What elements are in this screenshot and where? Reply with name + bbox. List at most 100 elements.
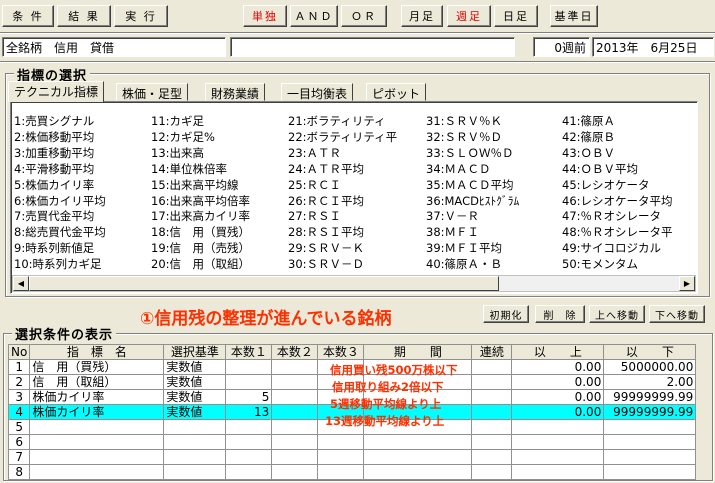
indicator-item[interactable]: 18:信 用（買残） [151, 225, 285, 240]
period-week-button[interactable]: 週足 [447, 5, 491, 27]
indicator-item[interactable]: 29:ＳＲＶ－Ｋ [288, 241, 422, 256]
base-date-button[interactable]: 基準日 [550, 5, 598, 27]
period-day-button[interactable]: 日足 [494, 5, 538, 27]
indicator-item[interactable]: 28:ＲＳＩ平均 [288, 225, 422, 240]
condition-cell-no: 3 [7, 389, 31, 405]
indicator-item[interactable]: 41:篠原Ａ [562, 114, 696, 129]
indicator-item[interactable]: 39:ＭＦＩ平均 [426, 241, 560, 256]
condition-row[interactable]: 8 [7, 464, 697, 480]
condition-row[interactable]: 4 株価カイリ率 実数値 13 0.00 99999999.99 [7, 404, 697, 420]
indicator-item[interactable]: 3:加重移動平均 [14, 146, 148, 161]
condition-cell-no: 1 [7, 359, 31, 375]
indicator-scrollbar[interactable]: ◀ ▶ [12, 275, 696, 292]
indicator-item[interactable]: 17:出来高カイリ率 [151, 209, 285, 224]
condition-cell-no: 5 [7, 419, 31, 435]
mode-single-button[interactable]: 単独 [243, 5, 287, 27]
move-down-button[interactable]: 下へ移動 [649, 305, 705, 323]
indicator-item[interactable]: 14:単位株倍率 [151, 162, 285, 177]
indicator-item[interactable]: 9:時系列新値足 [14, 241, 148, 256]
condition-row[interactable]: 7 [7, 449, 697, 465]
indicator-item[interactable]: 4:平滑移動平均 [14, 162, 148, 177]
tab-financials[interactable]: 財務業績 [205, 83, 266, 101]
indicator-item[interactable]: 22:ボラティリティ平 [288, 130, 422, 145]
indicator-item[interactable]: 48:％Ｒオシレータ平 [562, 225, 696, 240]
indicator-item[interactable]: 49:サイコロジカル [562, 241, 696, 256]
indicator-item[interactable]: 36:MACDﾋｽﾄｸﾞﾗﾑ [426, 194, 560, 209]
delete-button[interactable]: 削 除 [535, 305, 585, 323]
indicator-item[interactable]: 34:ＭＡＣＤ [426, 162, 560, 177]
indicator-item[interactable]: 31:ＳＲＶ％Ｋ [426, 114, 560, 129]
tab-technical[interactable]: テクニカル指標 [8, 81, 105, 102]
indicator-item[interactable]: 27:ＲＳＩ [288, 209, 422, 224]
condition-cell-cont [471, 374, 513, 390]
condition-cell-no: 6 [7, 434, 31, 450]
indicator-item[interactable]: 43:ＯＢＶ [562, 146, 696, 161]
indicator-item[interactable]: 44:ＯＢＶ平均 [562, 162, 696, 177]
indicator-item[interactable]: 19:信 用（売残） [151, 241, 285, 256]
condition-cell-min [511, 464, 605, 480]
indicator-item[interactable]: 32:ＳＲＶ％Ｄ [426, 130, 560, 145]
move-up-button[interactable]: 上へ移動 [589, 305, 645, 323]
indicator-item[interactable]: 15:出来高平均線 [151, 178, 285, 193]
result-button[interactable]: 結 果 [57, 5, 111, 27]
indicator-item[interactable]: 24:ＡＴＲ平均 [288, 162, 422, 177]
indicator-item[interactable]: 11:カギ足 [151, 114, 285, 129]
condition-cell-basis [163, 449, 227, 465]
condition-cell-n2 [271, 389, 319, 405]
tab-price-candles[interactable]: 株価・足型 [116, 83, 189, 101]
condition-row[interactable]: 2信 用（取組） 実数値 0.00 2.00 [7, 374, 697, 390]
condition-row[interactable]: 1信 用（買残） 実数値 0.00 5000000.00 [7, 359, 697, 375]
indicator-item[interactable]: 8:総売買代金平均 [14, 225, 148, 240]
indicator-item[interactable]: 12:カギ足% [151, 130, 285, 145]
period-month-button[interactable]: 月足 [401, 5, 443, 27]
indicator-item[interactable]: 35:ＭＡＣＤ平均 [426, 178, 560, 193]
indicator-item[interactable]: 33:ＳＬＯＷ％Ｄ [426, 146, 560, 161]
condition-cell-cont [471, 434, 513, 450]
indicator-item[interactable]: 2:株価移動平均 [14, 130, 148, 145]
indicator-item[interactable]: 42:篠原Ｂ [562, 130, 696, 145]
condition-row[interactable]: 5 [7, 419, 697, 435]
condition-row[interactable]: 3 株価カイリ率 実数値 5 0.00 99999999.99 [7, 389, 697, 405]
indicator-item[interactable]: 20:信 用（取組） [151, 257, 285, 272]
indicator-item[interactable]: 7:売買代金平均 [14, 209, 148, 224]
header-max: 以 下 [603, 344, 697, 360]
indicator-item[interactable]: 13:出来高 [151, 146, 285, 161]
condition-cell-n3 [317, 449, 365, 465]
indicator-item[interactable]: 37:Ｖ－Ｒ [426, 209, 560, 224]
indicator-item[interactable]: 26:ＲＣＩ平均 [288, 194, 422, 209]
condition-cell-min: 0.00 [511, 374, 605, 390]
condition-button[interactable]: 条 件 [2, 5, 54, 27]
triangle-left-icon[interactable]: ◀ [13, 276, 29, 291]
mode-and-button[interactable]: ＡＮＤ [290, 5, 338, 27]
tab-ichimoku[interactable]: 一目均衡表 [281, 83, 354, 101]
tab-pivot[interactable]: ピボット [366, 83, 427, 101]
condition-cell-n2 [271, 404, 319, 420]
scroll-thumb[interactable] [29, 276, 499, 291]
indicator-item[interactable]: 21:ボラティリティ [288, 114, 422, 129]
indicator-item[interactable]: 45:レシオケータ [562, 178, 696, 193]
condition-cell-n1 [225, 374, 273, 390]
reset-button[interactable]: 初期化 [483, 305, 529, 323]
indicator-item[interactable]: 47:％Ｒオシレータ [562, 209, 696, 224]
indicator-item[interactable]: 5:株価カイリ率 [14, 178, 148, 193]
condition-row[interactable]: 6 [7, 434, 697, 450]
indicator-item[interactable]: 40:篠原Ａ・Ｂ [426, 257, 560, 272]
indicator-item[interactable]: 25:ＲＣＩ [288, 178, 422, 193]
indicator-item[interactable]: 10:時系列カギ足 [14, 257, 148, 272]
indicator-item[interactable]: 1:売買シグナル [14, 114, 148, 129]
execute-button[interactable]: 実 行 [114, 5, 168, 27]
indicator-item[interactable]: 30:ＳＲＶ－Ｄ [288, 257, 422, 272]
condition-cell-n2 [271, 449, 319, 465]
condition-cell-period [363, 449, 473, 465]
header-indicator-name: 指 標 名 [29, 344, 165, 360]
condition-cell-n3 [317, 359, 365, 375]
indicator-item[interactable]: 50:モメンタム [562, 257, 696, 272]
mode-or-button[interactable]: ＯＲ [341, 5, 387, 27]
indicator-item[interactable]: 46:レシオケータ平均 [562, 194, 696, 209]
condition-cell-min [511, 419, 605, 435]
indicator-item[interactable]: 16:出来高平均倍率 [151, 194, 285, 209]
indicator-item[interactable]: 6:株価カイリ平均 [14, 194, 148, 209]
indicator-item[interactable]: 38:ＭＦＩ [426, 225, 560, 240]
indicator-item[interactable]: 23:ＡＴＲ [288, 146, 422, 161]
triangle-right-icon[interactable]: ▶ [679, 276, 695, 291]
